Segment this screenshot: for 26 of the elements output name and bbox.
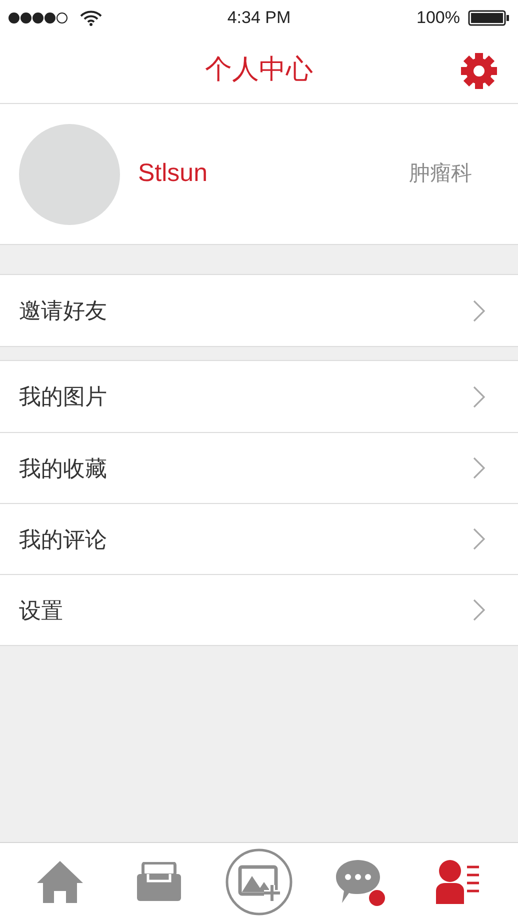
chevron-right-icon [472,456,486,480]
menu-item-label: 邀请好友 [19,297,108,325]
wifi-icon [80,10,102,26]
menu-item[interactable]: 我的收藏 [0,432,518,503]
chevron-right-icon [472,527,486,551]
chevron-right-icon [472,598,486,622]
menu-item-label: 我的收藏 [19,454,108,482]
battery-icon [468,10,510,26]
menu-item-label: 我的评论 [19,526,108,554]
chevron-right-icon [472,298,486,322]
battery-percentage: 100% [416,7,460,30]
menu-item[interactable]: 邀请好友 [0,275,518,346]
settings-button[interactable] [460,52,498,90]
settings-icon [461,53,497,89]
user-name: Stlsun [138,158,208,190]
page-title: 个人中心 [205,53,313,86]
menu-item-label: 我的图片 [19,383,108,411]
menu-item[interactable]: 我的图片 [0,361,518,432]
status-time: 4:34 PM [227,7,291,30]
signal-strength-icon [8,12,68,24]
menu-item[interactable]: 设置 [0,574,518,645]
menu-item[interactable]: 我的评论 [0,503,518,574]
menu-item-label: 设置 [19,596,64,624]
department-label: 肿瘤科 [409,161,472,188]
chevron-right-icon [472,384,486,408]
profile-card[interactable]: Stlsun 肿瘤科 [0,104,518,245]
